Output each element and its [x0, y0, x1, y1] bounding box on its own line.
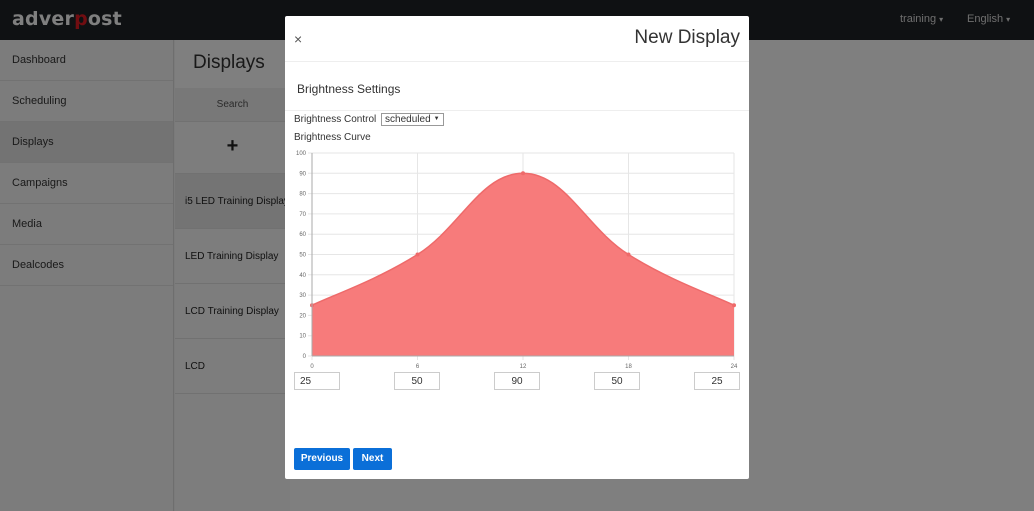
brightness-control-label: Brightness Control: [294, 114, 377, 126]
brightness-input-12[interactable]: [494, 372, 540, 390]
brightness-area: [312, 173, 734, 356]
y-tick-label: 80: [299, 192, 306, 198]
data-point: [521, 171, 525, 176]
brightness-input-0[interactable]: [294, 372, 340, 390]
y-tick-label: 10: [299, 334, 306, 340]
y-tick-label: 70: [299, 212, 306, 218]
brightness-input-18[interactable]: [594, 372, 640, 390]
section-title: Brightness Settings: [297, 82, 401, 96]
y-tick-label: 40: [299, 273, 306, 279]
chevron-down-icon: ▼: [433, 116, 440, 122]
x-tick-label: 24: [731, 364, 738, 370]
previous-button[interactable]: Previous: [294, 448, 350, 470]
close-icon[interactable]: ×: [294, 31, 302, 47]
x-tick-label: 18: [625, 364, 632, 370]
data-point: [415, 252, 420, 257]
y-tick-label: 50: [299, 253, 306, 259]
y-tick-label: 30: [299, 293, 306, 299]
y-tick-label: 60: [299, 232, 306, 238]
divider: [285, 110, 749, 111]
new-display-modal: × New Display Brightness Settings Bright…: [285, 16, 749, 479]
x-tick-label: 0: [310, 364, 314, 370]
next-button[interactable]: Next: [353, 448, 392, 470]
brightness-curve-label: Brightness Curve: [294, 132, 371, 143]
brightness-input-24[interactable]: [694, 372, 740, 390]
y-tick-label: 100: [296, 151, 307, 157]
x-tick-label: 6: [416, 364, 420, 370]
y-tick-label: 90: [299, 171, 306, 177]
brightness-control-select[interactable]: scheduled ▼: [381, 113, 444, 126]
x-tick-label: 12: [520, 364, 527, 370]
divider: [285, 61, 749, 62]
brightness-input-6[interactable]: [394, 372, 440, 390]
brightness-control-row: Brightness Control scheduled ▼: [294, 113, 444, 126]
data-point: [732, 303, 736, 308]
data-point: [626, 252, 631, 257]
modal-title: New Display: [634, 27, 740, 48]
y-tick-label: 0: [303, 354, 307, 360]
y-tick-label: 20: [299, 313, 306, 319]
brightness-curve-chart: 0 10 20 30 40 50 60 70 80 90 100 0 6 12 18 24: [296, 151, 738, 370]
